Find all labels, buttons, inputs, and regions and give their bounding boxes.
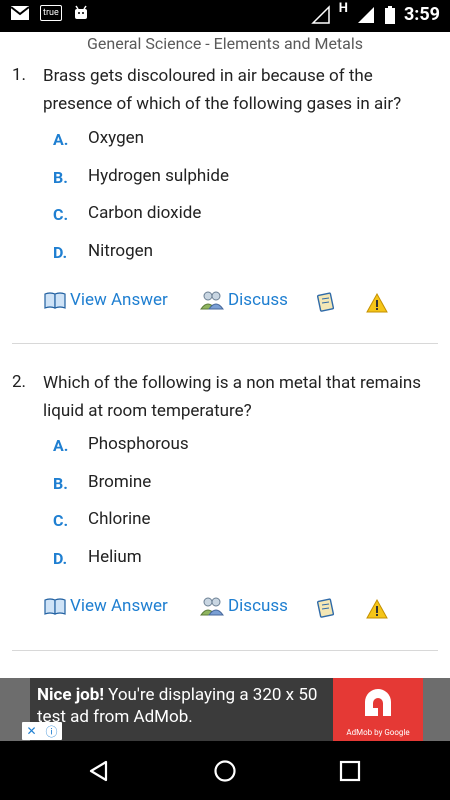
option-text: Phosphorous (88, 434, 189, 454)
option-text: Helium (88, 547, 142, 567)
option-c[interactable]: C. Carbon dioxide (0, 203, 450, 231)
battery-icon (384, 5, 395, 24)
ad-choices[interactable]: ✕ ⓘ (22, 722, 62, 740)
status-time: 3:59 (403, 4, 440, 25)
network-type-indicator: H (338, 1, 348, 16)
navigation-bar (0, 741, 450, 800)
option-letter: D. (53, 243, 68, 262)
option-text: Oxygen (88, 128, 145, 148)
back-icon[interactable] (87, 759, 111, 783)
option-letter: D. (53, 549, 68, 568)
gmail-icon (10, 6, 30, 20)
view-answer-link[interactable]: View Answer (44, 596, 168, 616)
recents-icon[interactable] (339, 760, 361, 782)
people-icon (200, 597, 224, 616)
warning-icon[interactable] (366, 599, 388, 619)
ad-text: Nice job! You're displaying a 320 x 50 t… (37, 684, 337, 728)
close-icon[interactable]: ✕ (26, 724, 36, 738)
info-icon[interactable]: ⓘ (45, 723, 57, 740)
option-c[interactable]: C. Chlorine (0, 509, 450, 537)
option-b[interactable]: B. Bromine (0, 472, 450, 500)
ad-headline: Nice job! (37, 685, 104, 705)
admob-logo: AdMob by Google (333, 678, 423, 741)
question-text: Which of the following is a non metal th… (43, 373, 422, 421)
option-letter: A. (53, 130, 69, 149)
discuss-link[interactable]: Discuss (200, 290, 288, 310)
admob-brand: AdMob by Google (346, 728, 410, 737)
question-number: 2. (12, 372, 27, 392)
option-letter: B. (53, 474, 68, 493)
ad-figure-right (423, 678, 450, 741)
notebook-icon[interactable] (316, 598, 336, 618)
view-answer-link[interactable]: View Answer (44, 290, 168, 310)
ad-banner[interactable]: Nice job! You're displaying a 320 x 50 t… (0, 678, 450, 741)
option-a[interactable]: A. Phosphorous (0, 434, 450, 462)
question-number: 1. (12, 65, 27, 85)
option-letter: C. (53, 511, 69, 530)
question-divider (12, 650, 438, 651)
option-b[interactable]: B. Hydrogen sulphide (0, 166, 450, 194)
admob-icon (365, 689, 391, 716)
notebook-icon[interactable] (316, 292, 336, 312)
question-actions: View Answer Discuss (0, 290, 450, 320)
question-text: Brass gets discoloured in air because of… (43, 66, 402, 114)
question-divider (12, 343, 438, 344)
question-actions: View Answer Discuss (0, 596, 450, 626)
home-icon[interactable] (213, 759, 237, 783)
book-icon (44, 292, 66, 309)
option-text: Hydrogen sulphide (88, 166, 230, 186)
option-letter: C. (53, 205, 69, 224)
option-text: Nitrogen (88, 241, 154, 261)
option-text: Bromine (88, 472, 152, 492)
page-title: General Science - Elements and Metals (86, 34, 364, 53)
option-a[interactable]: A. Oxygen (0, 128, 450, 156)
signal-icon (357, 6, 374, 23)
people-icon (200, 291, 224, 310)
android-icon (74, 5, 87, 19)
option-d[interactable]: D. Helium (0, 547, 450, 575)
view-answer-label: View Answer (70, 290, 168, 310)
option-letter: B. (53, 168, 68, 187)
wifi-icon (310, 4, 330, 24)
discuss-link[interactable]: Discuss (200, 596, 288, 616)
discuss-label: Discuss (228, 290, 288, 310)
status-bar: true H 3:59 (0, 0, 450, 32)
option-d[interactable]: D. Nitrogen (0, 241, 450, 269)
option-text: Chlorine (88, 509, 151, 529)
warning-icon[interactable] (366, 293, 388, 313)
true-badge-icon: true (40, 5, 62, 21)
view-answer-label: View Answer (70, 596, 168, 616)
option-text: Carbon dioxide (88, 203, 202, 223)
discuss-label: Discuss (228, 596, 288, 616)
book-icon (44, 598, 66, 615)
option-letter: A. (53, 436, 69, 455)
